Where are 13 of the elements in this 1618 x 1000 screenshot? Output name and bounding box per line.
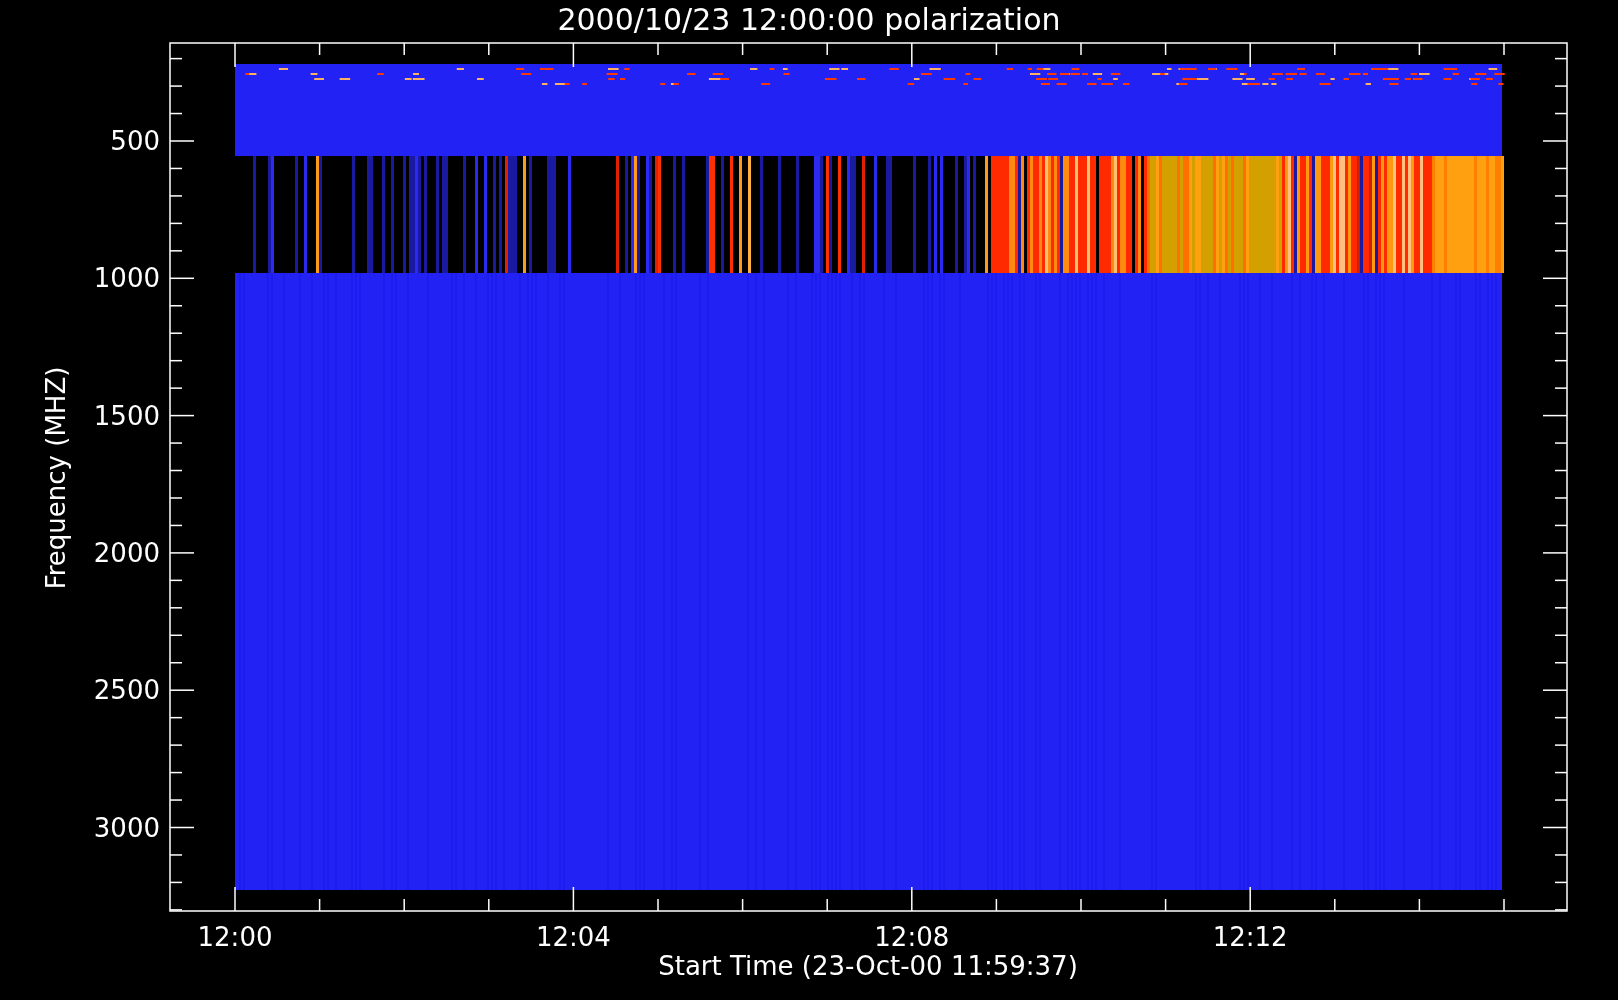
tick-label: 1000 [93, 263, 160, 294]
tick-label: 1500 [93, 400, 160, 431]
tick-label: 12:04 [535, 922, 611, 952]
tick-label: 2000 [93, 537, 160, 568]
plot-title: 2000/10/23 12:00:00 polarization [557, 2, 1061, 37]
tick-label: 2500 [93, 675, 160, 706]
axis-label: Frequency (MHZ) [41, 366, 71, 590]
tick-label: 3000 [93, 812, 160, 843]
tick-label: 12:08 [874, 922, 950, 952]
tick-label: 12:12 [1212, 922, 1288, 952]
tick-label: 12:00 [197, 922, 273, 952]
tick-label: 500 [110, 126, 160, 156]
axis-label: Start Time (23-Oct-00 11:59:37) [658, 951, 1078, 981]
